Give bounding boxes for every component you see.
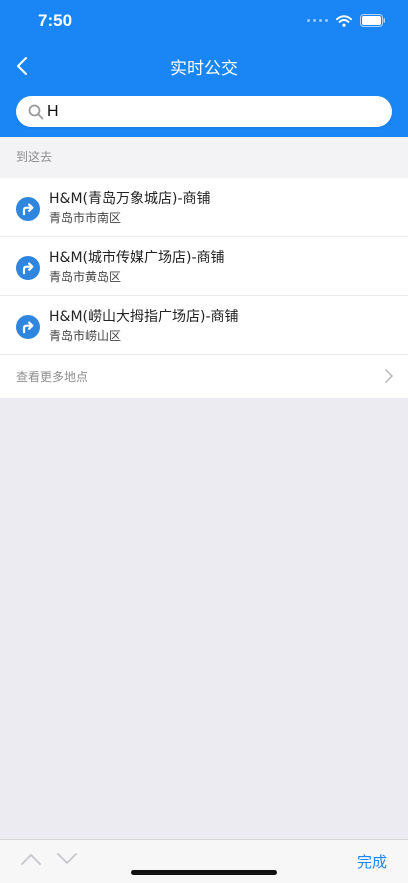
search-icon: [28, 104, 44, 120]
directions-icon: [16, 315, 40, 339]
signal-icon: [307, 19, 328, 22]
result-title: H&M(城市传媒广场店)-商铺: [49, 250, 225, 266]
battery-icon: [360, 14, 385, 27]
status-icons: [307, 14, 386, 27]
results-list: H&M(青岛万象城店)-商铺 青岛市市南区 H&M(城市传媒广场店)-商铺 青岛…: [0, 178, 408, 398]
search-box[interactable]: [16, 96, 392, 127]
navigation-bar: 实时公交: [0, 44, 408, 88]
result-subtitle: 青岛市崂山区: [49, 329, 122, 343]
status-bar: 7:50: [0, 0, 408, 44]
chevron-up-icon[interactable]: [20, 852, 42, 866]
result-item[interactable]: H&M(青岛万象城店)-商铺 青岛市市南区: [0, 178, 408, 237]
result-title: H&M(青岛万象城店)-商铺: [49, 191, 211, 207]
header: 7:50 实时公交: [0, 0, 408, 137]
directions-icon: [16, 197, 40, 221]
chevron-down-icon[interactable]: [56, 852, 78, 866]
result-title: H&M(崂山大拇指广场店)-商铺: [49, 309, 239, 325]
home-indicator: [131, 870, 277, 875]
page-title: 实时公交: [170, 59, 238, 79]
status-time: 7:50: [38, 11, 73, 30]
search-input[interactable]: [47, 100, 377, 123]
result-subtitle: 青岛市黄岛区: [49, 270, 122, 284]
result-subtitle: 青岛市市南区: [49, 211, 122, 225]
result-item[interactable]: H&M(城市传媒广场店)-商铺 青岛市黄岛区: [0, 237, 408, 296]
wifi-icon: [336, 14, 352, 27]
chevron-right-icon: [385, 369, 393, 383]
section-header: 到这去: [0, 137, 408, 178]
view-more-row[interactable]: 查看更多地点: [0, 355, 408, 398]
result-item[interactable]: H&M(崂山大拇指广场店)-商铺 青岛市崂山区: [0, 296, 408, 355]
done-button[interactable]: 完成: [357, 851, 387, 872]
keyboard-toolbar: 完成: [0, 839, 408, 883]
directions-icon: [16, 256, 40, 280]
view-more-label: 查看更多地点: [16, 370, 89, 384]
